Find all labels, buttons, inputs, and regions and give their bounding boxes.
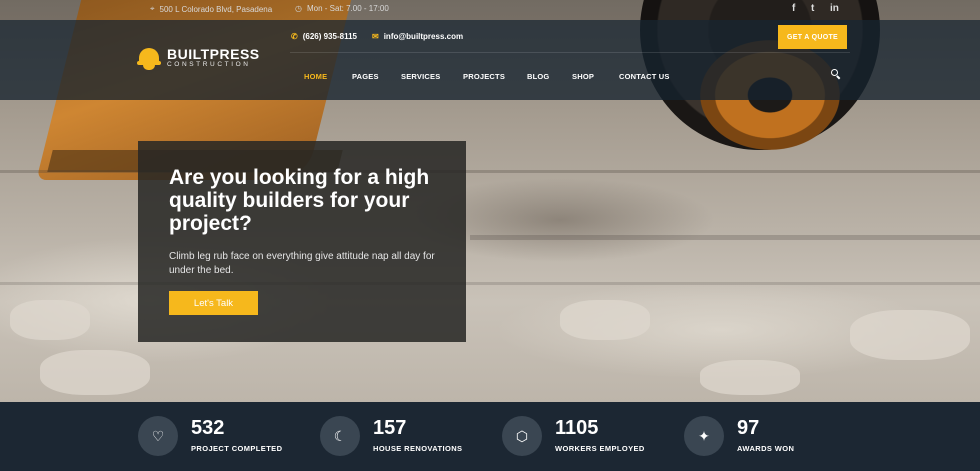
- search-icon[interactable]: [831, 69, 841, 80]
- logo-tagline: CONSTRUCTION: [167, 61, 251, 69]
- stat-house-renovations: ☾ 157 HOUSE RENOVATIONS: [320, 416, 462, 456]
- nav-item-services[interactable]: SERVICES: [401, 72, 440, 81]
- logo-name: BUILTPRESS: [167, 46, 260, 63]
- site-header: BUILTPRESS CONSTRUCTION ✆ (626) 935-8115…: [0, 20, 980, 100]
- phone-icon: ✆: [291, 32, 298, 41]
- linkedin-icon[interactable]: in: [830, 3, 839, 14]
- stat-awards-won: ✦ 97 AWARDS WON: [684, 416, 794, 456]
- stat-label: HOUSE RENOVATIONS: [373, 444, 463, 453]
- phone-contact[interactable]: ✆ (626) 935-8115: [291, 32, 357, 41]
- moon-icon: ☾: [320, 416, 360, 456]
- envelope-icon: ✉: [372, 32, 379, 41]
- cube-icon: ⬡: [502, 416, 542, 456]
- hero-description: Climb leg rub face on everything give at…: [169, 251, 435, 276]
- clock-icon: ◷: [295, 4, 302, 13]
- twitter-icon[interactable]: t: [811, 3, 814, 14]
- nav-item-blog[interactable]: BLOG: [527, 72, 549, 81]
- stat-number: 157: [373, 417, 407, 439]
- nav-item-shop[interactable]: SHOP: [572, 72, 594, 81]
- stat-label: WORKERS EMPLOYED: [555, 444, 645, 453]
- stat-number: 532: [191, 417, 225, 439]
- rubble-chunk: [40, 350, 150, 395]
- address-text: 500 L Colorado Blvd, Pasadena: [159, 4, 273, 14]
- nav-item-contact-us[interactable]: CONTACT US: [619, 72, 670, 81]
- rubble-chunk: [850, 310, 970, 360]
- logo[interactable]: BUILTPRESS CONSTRUCTION: [137, 46, 260, 70]
- map-pin-icon: ⌖: [150, 4, 155, 13]
- stat-label: AWARDS WON: [737, 444, 795, 453]
- address: ⌖ 500 L Colorado Blvd, Pasadena: [150, 4, 272, 14]
- email-contact[interactable]: ✉ info@builtpress.com: [372, 32, 463, 41]
- lets-talk-button[interactable]: Let's Talk: [169, 291, 258, 315]
- hours-text: Mon - Sat: 7.00 - 17:00: [306, 4, 389, 13]
- crack-line: [470, 235, 980, 240]
- stat-label: PROJECT COMPLETED: [191, 444, 283, 453]
- email-address: info@builtpress.com: [383, 32, 464, 41]
- header-divider: [290, 52, 850, 53]
- stat-workers-employed: ⬡ 1105 WORKERS EMPLOYED: [502, 416, 645, 456]
- rubble-chunk: [700, 360, 800, 395]
- hero-card: Are you looking for a high quality build…: [138, 141, 466, 342]
- stat-number: 1105: [555, 417, 599, 439]
- nav-item-projects[interactable]: PROJECTS: [463, 72, 505, 81]
- heart-icon: ♡: [138, 416, 178, 456]
- facebook-icon[interactable]: f: [792, 3, 795, 14]
- get-a-quote-button[interactable]: GET A QUOTE: [778, 25, 847, 49]
- stat-number: 97: [737, 417, 760, 439]
- stat-project-completed: ♡ 532 PROJECT COMPLETED: [138, 416, 282, 456]
- nav-item-pages[interactable]: PAGES: [352, 72, 379, 81]
- phone-number: (626) 935-8115: [302, 32, 357, 41]
- award-icon: ✦: [684, 416, 724, 456]
- stats-bar: ♡ 532 PROJECT COMPLETED ☾ 157 HOUSE RENO…: [0, 402, 980, 471]
- nav-item-home[interactable]: HOME: [304, 72, 327, 81]
- helmet-icon: [137, 46, 161, 70]
- hero-title: Are you looking for a high quality build…: [169, 166, 430, 235]
- rubble-chunk: [560, 300, 650, 340]
- opening-hours: ◷ Mon - Sat: 7.00 - 17:00: [295, 4, 389, 13]
- top-bar: ⌖ 500 L Colorado Blvd, Pasadena ◷ Mon - …: [0, 0, 980, 20]
- rubble-chunk: [10, 300, 90, 340]
